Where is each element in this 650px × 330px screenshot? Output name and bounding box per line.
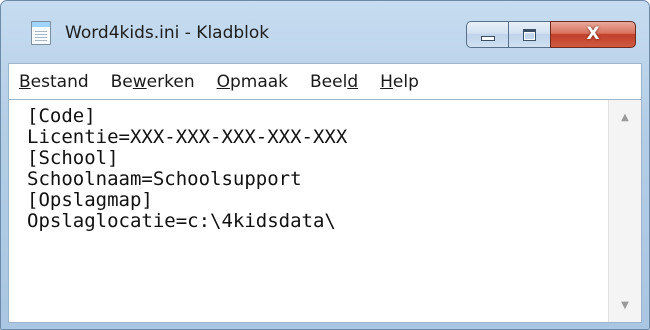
menu-bar: Bestand Bewerken Opmaak Beeld Help — [8, 63, 642, 99]
menu-opmaak-mnemonic: O — [216, 71, 230, 92]
text-editor[interactable]: [Code] Licentie=XXX-XXX-XXX-XXX-XXX [Sch… — [8, 99, 642, 323]
text-line: Opslaglocatie=c:\4kidsdata\ — [27, 210, 336, 232]
window-title: Word4kids.ini - Kladblok — [65, 23, 270, 43]
menu-bewerken[interactable]: Bewerken — [100, 64, 206, 100]
close-button[interactable]: X — [550, 21, 636, 48]
menu-bewerken-label-start: Be — [110, 71, 133, 92]
menu-beeld-label-start: Beel — [310, 71, 348, 92]
editor-text[interactable]: [Code] Licentie=XXX-XXX-XXX-XXX-XXX [Sch… — [27, 106, 601, 318]
text-line: [School] — [27, 147, 119, 169]
menu-bewerken-label: erken — [146, 71, 195, 92]
menu-help[interactable]: Help — [369, 64, 430, 100]
title-bar[interactable]: Word4kids.ini - Kladblok X — [1, 1, 649, 61]
menu-beeld-mnemonic: d — [347, 71, 359, 92]
menu-help-mnemonic: H — [380, 71, 393, 92]
maximize-button[interactable] — [508, 21, 550, 48]
menu-beeld[interactable]: Beeld — [299, 64, 369, 100]
menu-bestand[interactable]: Bestand — [9, 64, 100, 100]
maximize-icon — [523, 28, 536, 41]
vertical-scrollbar[interactable]: ▲ ▼ — [608, 100, 641, 322]
notepad-icon[interactable] — [31, 21, 51, 45]
caption-buttons: X — [466, 21, 644, 49]
menu-bewerken-mnemonic: w — [132, 71, 147, 92]
scroll-up-arrow-icon[interactable]: ▲ — [609, 104, 641, 130]
text-line: Licentie=XXX-XXX-XXX-XXX-XXX — [27, 126, 348, 148]
text-line: Schoolnaam=Schoolsupport — [27, 168, 302, 190]
menu-bestand-mnemonic: B — [19, 71, 31, 92]
menu-bestand-label: estand — [30, 71, 89, 92]
menu-help-label: elp — [392, 71, 419, 92]
minimize-icon — [480, 36, 495, 41]
text-line: [Code] — [27, 106, 96, 127]
menu-opmaak-label: pmaak — [229, 71, 289, 92]
scroll-down-arrow-icon[interactable]: ▼ — [609, 292, 641, 318]
close-icon: X — [586, 24, 600, 44]
text-line: [Opslagmap] — [27, 189, 153, 211]
minimize-button[interactable] — [466, 21, 508, 48]
menu-opmaak[interactable]: Opmaak — [206, 64, 299, 100]
notepad-window: Word4kids.ini - Kladblok X Bestand Bewer… — [0, 0, 650, 330]
